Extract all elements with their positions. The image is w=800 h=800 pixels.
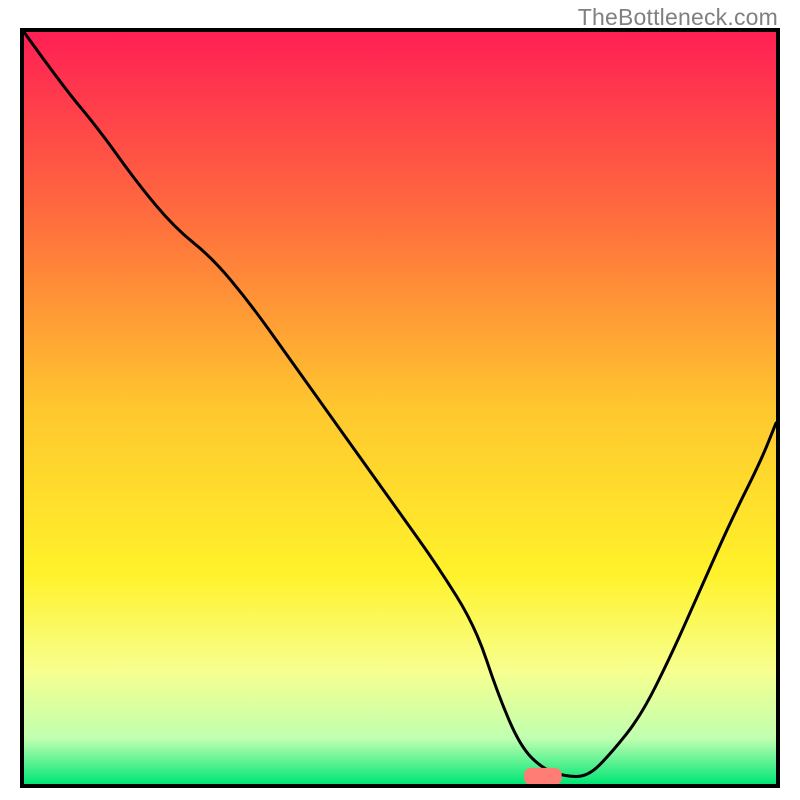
watermark-text: TheBottleneck.com bbox=[578, 4, 778, 31]
optimal-marker bbox=[524, 768, 562, 784]
chart-plot bbox=[24, 32, 776, 784]
chart-frame bbox=[20, 28, 780, 788]
